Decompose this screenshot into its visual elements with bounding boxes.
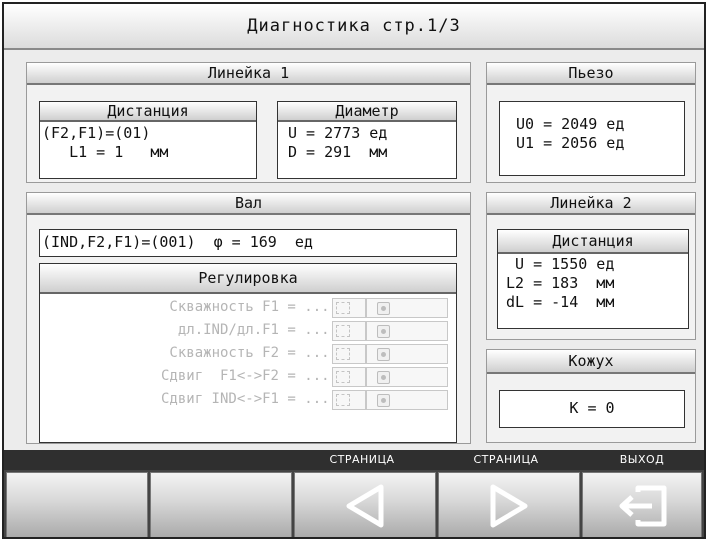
diagnostics-screen: Диагностика стр.1/3 Линейка 1 Дистанция … — [2, 2, 706, 539]
softkey-label-bar: СТРАНИЦА СТРАНИЦА ВЫХОД — [4, 450, 704, 470]
shaft-status-box: (IND,F2,F1)=(001) φ = 169 ед — [39, 229, 457, 257]
piezo-u1: U1 = 2056 ед — [516, 134, 625, 152]
ruler1-header: Линейка 1 — [27, 63, 470, 85]
regulation-row-label: Скважность F2 = .... — [169, 345, 338, 361]
regulation-row-label: Сдвиг F1<->F2 = .... — [160, 368, 338, 384]
regulation-rows: Скважность F1 = .... дл.IND/дл.F1 = ....… — [40, 298, 456, 438]
radio-icon — [377, 394, 390, 407]
regulation-header: Регулировка — [40, 264, 456, 294]
grid-icon — [336, 325, 350, 337]
regulation-row: Скважность F2 = .... — [40, 344, 456, 364]
triangle-left-icon — [346, 484, 384, 527]
casing-box: K = 0 — [499, 390, 685, 428]
grid-icon — [336, 394, 350, 406]
grid-icon — [336, 371, 350, 383]
ruler1-distance-value: L1 = 1 мм — [42, 143, 169, 161]
regulation-row-mode-toggle[interactable] — [332, 367, 366, 387]
ruler1-panel: Линейка 1 Дистанция (F2,F1)=(01) L1 = 1 … — [26, 62, 471, 183]
ruler2-header: Линейка 2 — [487, 193, 695, 215]
exit-button[interactable] — [582, 472, 702, 537]
softkey-1[interactable] — [6, 472, 148, 537]
ruler2-distance-box: Дистанция U = 1550 ед L2 = 183 мм dL = -… — [497, 229, 689, 329]
ruler1-distance-box: Дистанция (F2,F1)=(01) L1 = 1 мм — [39, 101, 257, 179]
ruler2-dl: dL = -14 мм — [506, 293, 615, 311]
radio-icon — [377, 302, 390, 315]
ruler2-panel: Линейка 2 Дистанция U = 1550 ед L2 = 183… — [486, 192, 696, 340]
ruler1-distance-header: Дистанция — [40, 102, 256, 122]
regulation-row: Сдвиг F1<->F2 = .... — [40, 367, 456, 387]
shaft-header: Вал — [27, 193, 470, 215]
regulation-row-select[interactable] — [366, 344, 448, 364]
next-page-button[interactable] — [438, 472, 580, 537]
regulation-row-label: Скважность F1 = .... — [169, 299, 338, 315]
regulation-row-select[interactable] — [366, 390, 448, 410]
casing-header: Кожух — [487, 350, 695, 374]
piezo-panel: Пьезо U0 = 2049 ед U1 = 2056 ед — [486, 62, 696, 183]
softkey-row — [4, 470, 704, 537]
casing-value: K = 0 — [569, 399, 615, 417]
shaft-status: (IND,F2,F1)=(001) φ = 169 ед — [42, 233, 313, 251]
grid-icon — [336, 348, 350, 360]
regulation-row-select[interactable] — [366, 321, 448, 341]
regulation-box: Регулировка Скважность F1 = .... дл.IND/… — [39, 263, 457, 443]
regulation-row-label: дл.IND/дл.F1 = .... — [177, 322, 338, 338]
exit-icon — [619, 485, 667, 526]
piezo-header: Пьезо — [487, 63, 695, 85]
ruler1-diameter-box: Диаметр U = 2773 ед D = 291 мм — [277, 101, 457, 179]
regulation-row-label: Сдвиг IND<->F1 = .... — [160, 391, 338, 407]
regulation-row-select[interactable] — [366, 298, 448, 318]
regulation-row: Сдвиг IND<->F1 = .... — [40, 390, 456, 410]
ruler2-u: U = 1550 ед — [506, 255, 615, 273]
regulation-row-mode-toggle[interactable] — [332, 298, 366, 318]
radio-icon — [377, 325, 390, 338]
regulation-row: дл.IND/дл.F1 = .... — [40, 321, 456, 341]
regulation-row: Скважность F1 = .... — [40, 298, 456, 318]
radio-icon — [377, 348, 390, 361]
regulation-row-select[interactable] — [366, 367, 448, 387]
piezo-box: U0 = 2049 ед U1 = 2056 ед — [499, 101, 685, 176]
grid-icon — [336, 302, 350, 314]
radio-icon — [377, 371, 390, 384]
softkey-label-3: СТРАНИЦА — [329, 453, 395, 466]
ruler1-diameter-u: U = 2773 ед — [288, 124, 388, 142]
triangle-right-icon — [490, 484, 528, 527]
softkey-label-4: СТРАНИЦА — [473, 453, 539, 466]
regulation-row-mode-toggle[interactable] — [332, 390, 366, 410]
prev-page-button[interactable] — [294, 472, 436, 537]
regulation-row-mode-toggle[interactable] — [332, 321, 366, 341]
shaft-panel: Вал (IND,F2,F1)=(001) φ = 169 ед Регулир… — [26, 192, 471, 444]
ruler2-l2: L2 = 183 мм — [506, 274, 615, 292]
softkey-label-5: ВЫХОД — [619, 453, 665, 466]
ruler1-distance-flags: (F2,F1)=(01) — [42, 124, 151, 142]
casing-panel: Кожух K = 0 — [486, 349, 696, 443]
regulation-row-mode-toggle[interactable] — [332, 344, 366, 364]
piezo-u0: U0 = 2049 ед — [516, 115, 625, 133]
page-title: Диагностика стр.1/3 — [4, 4, 704, 50]
ruler1-diameter-header: Диаметр — [278, 102, 456, 122]
softkey-2[interactable] — [150, 472, 292, 537]
ruler1-diameter-d: D = 291 мм — [288, 143, 388, 161]
ruler2-distance-header: Дистанция — [498, 230, 688, 254]
